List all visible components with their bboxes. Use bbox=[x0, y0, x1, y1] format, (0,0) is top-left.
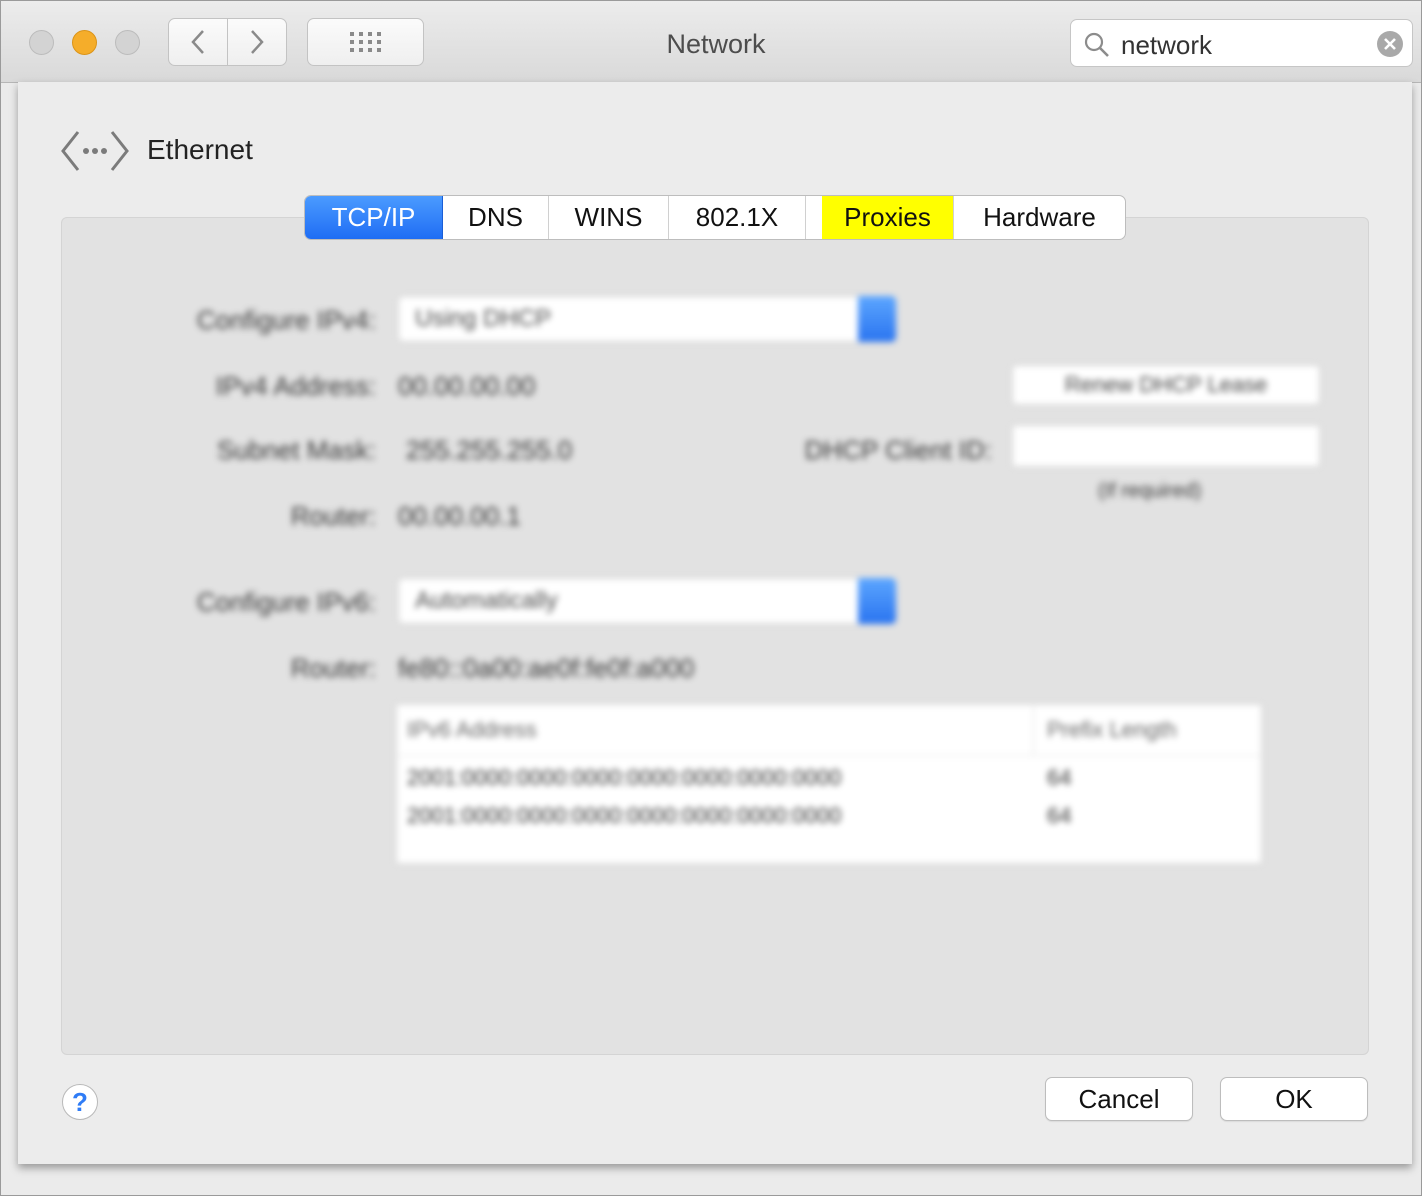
configure-ipv6-popup[interactable]: Automatically bbox=[398, 578, 896, 624]
zoom-window-button[interactable] bbox=[115, 30, 140, 55]
tab-proxies[interactable]: Proxies bbox=[806, 196, 954, 239]
tab-dns[interactable]: DNS bbox=[443, 196, 549, 239]
tab-bar: TCP/IP DNS WINS 802.1X Proxies Hardware bbox=[304, 195, 1126, 240]
dhcp-client-id-field[interactable] bbox=[1012, 425, 1320, 467]
title-bar: Network network bbox=[1, 1, 1421, 83]
configure-ipv6-label: Configure IPv6: bbox=[196, 587, 376, 617]
configure-ipv4-value: Using DHCP bbox=[415, 305, 552, 332]
column-prefix-length[interactable]: Prefix Length bbox=[1047, 717, 1177, 743]
ipv6-address-cell: 2001:0000:0000:0000:0000:0000:0000:0000 bbox=[407, 803, 842, 828]
cancel-button[interactable]: Cancel bbox=[1045, 1077, 1193, 1121]
ethernet-icon bbox=[61, 131, 129, 171]
show-all-button[interactable] bbox=[307, 18, 424, 66]
subnet-mask-label: Subnet Mask: bbox=[217, 435, 376, 465]
column-ipv6-address[interactable]: IPv6 Address bbox=[407, 717, 537, 743]
grid-icon bbox=[349, 32, 381, 52]
tab-tcpip[interactable]: TCP/IP bbox=[305, 196, 443, 239]
router6-label: Router: bbox=[290, 653, 376, 683]
search-icon bbox=[1084, 32, 1109, 57]
forward-button[interactable] bbox=[227, 18, 287, 66]
minimize-window-button[interactable] bbox=[72, 30, 97, 55]
dhcp-client-id-hint: (If required) bbox=[1098, 480, 1202, 502]
back-button[interactable] bbox=[168, 18, 228, 66]
router6-value: fe80::0a00:ae0f:fe0f:a000 bbox=[398, 653, 695, 683]
ok-button[interactable]: OK bbox=[1220, 1077, 1368, 1121]
search-field[interactable]: network bbox=[1070, 19, 1413, 67]
clear-icon[interactable] bbox=[1376, 30, 1404, 58]
chevron-right-icon bbox=[251, 30, 264, 54]
renew-dhcp-button[interactable]: Renew DHCP Lease bbox=[1012, 365, 1320, 405]
help-button[interactable]: ? bbox=[62, 1084, 98, 1120]
table-row[interactable]: 2001:0000:0000:0000:0000:0000:0000:0000 … bbox=[397, 799, 1261, 835]
tab-wins[interactable]: WINS bbox=[549, 196, 669, 239]
router-label: Router: bbox=[290, 501, 376, 531]
interface-title: Ethernet bbox=[147, 134, 253, 165]
prefix-length-cell: 64 bbox=[1047, 803, 1072, 828]
close-window-button[interactable] bbox=[29, 30, 54, 55]
tab-content-box bbox=[61, 217, 1369, 1055]
table-header: IPv6 Address Prefix Length bbox=[397, 705, 1261, 756]
popup-arrows-icon bbox=[858, 296, 896, 342]
configure-ipv6-value: Automatically bbox=[415, 587, 558, 614]
chevron-left-icon bbox=[191, 30, 204, 54]
popup-arrows-icon bbox=[858, 578, 896, 624]
tab-8021x[interactable]: 802.1X bbox=[669, 196, 806, 239]
ipv6-address-table[interactable]: IPv6 Address Prefix Length 2001:0000:000… bbox=[396, 704, 1262, 864]
router-value: 00.00.00.1 bbox=[398, 501, 521, 531]
configure-ipv4-label: Configure IPv4: bbox=[196, 305, 376, 335]
configure-ipv4-popup[interactable]: Using DHCP bbox=[398, 296, 896, 342]
tab-proxies-label: Proxies bbox=[822, 196, 953, 239]
tab-hardware[interactable]: Hardware bbox=[954, 196, 1125, 239]
dhcp-client-id-label: DHCP Client ID: bbox=[804, 435, 992, 465]
ipv4-address-label: IPv4 Address: bbox=[215, 371, 376, 401]
subnet-mask-value: 255.255.255.0 bbox=[406, 435, 573, 465]
ipv6-address-cell: 2001:0000:0000:0000:0000:0000:0000:0000 bbox=[407, 765, 842, 790]
window-title: Network bbox=[666, 29, 766, 59]
table-row[interactable]: 2001:0000:0000:0000:0000:0000:0000:0000 … bbox=[397, 761, 1261, 797]
ipv4-address-value: 00.00.00.00 bbox=[398, 371, 536, 401]
prefix-length-cell: 64 bbox=[1047, 765, 1072, 790]
ethernet-sheet: Ethernet TCP/IP DNS WINS 802.1X Proxies … bbox=[18, 82, 1412, 1164]
search-input[interactable]: network bbox=[1121, 30, 1212, 61]
